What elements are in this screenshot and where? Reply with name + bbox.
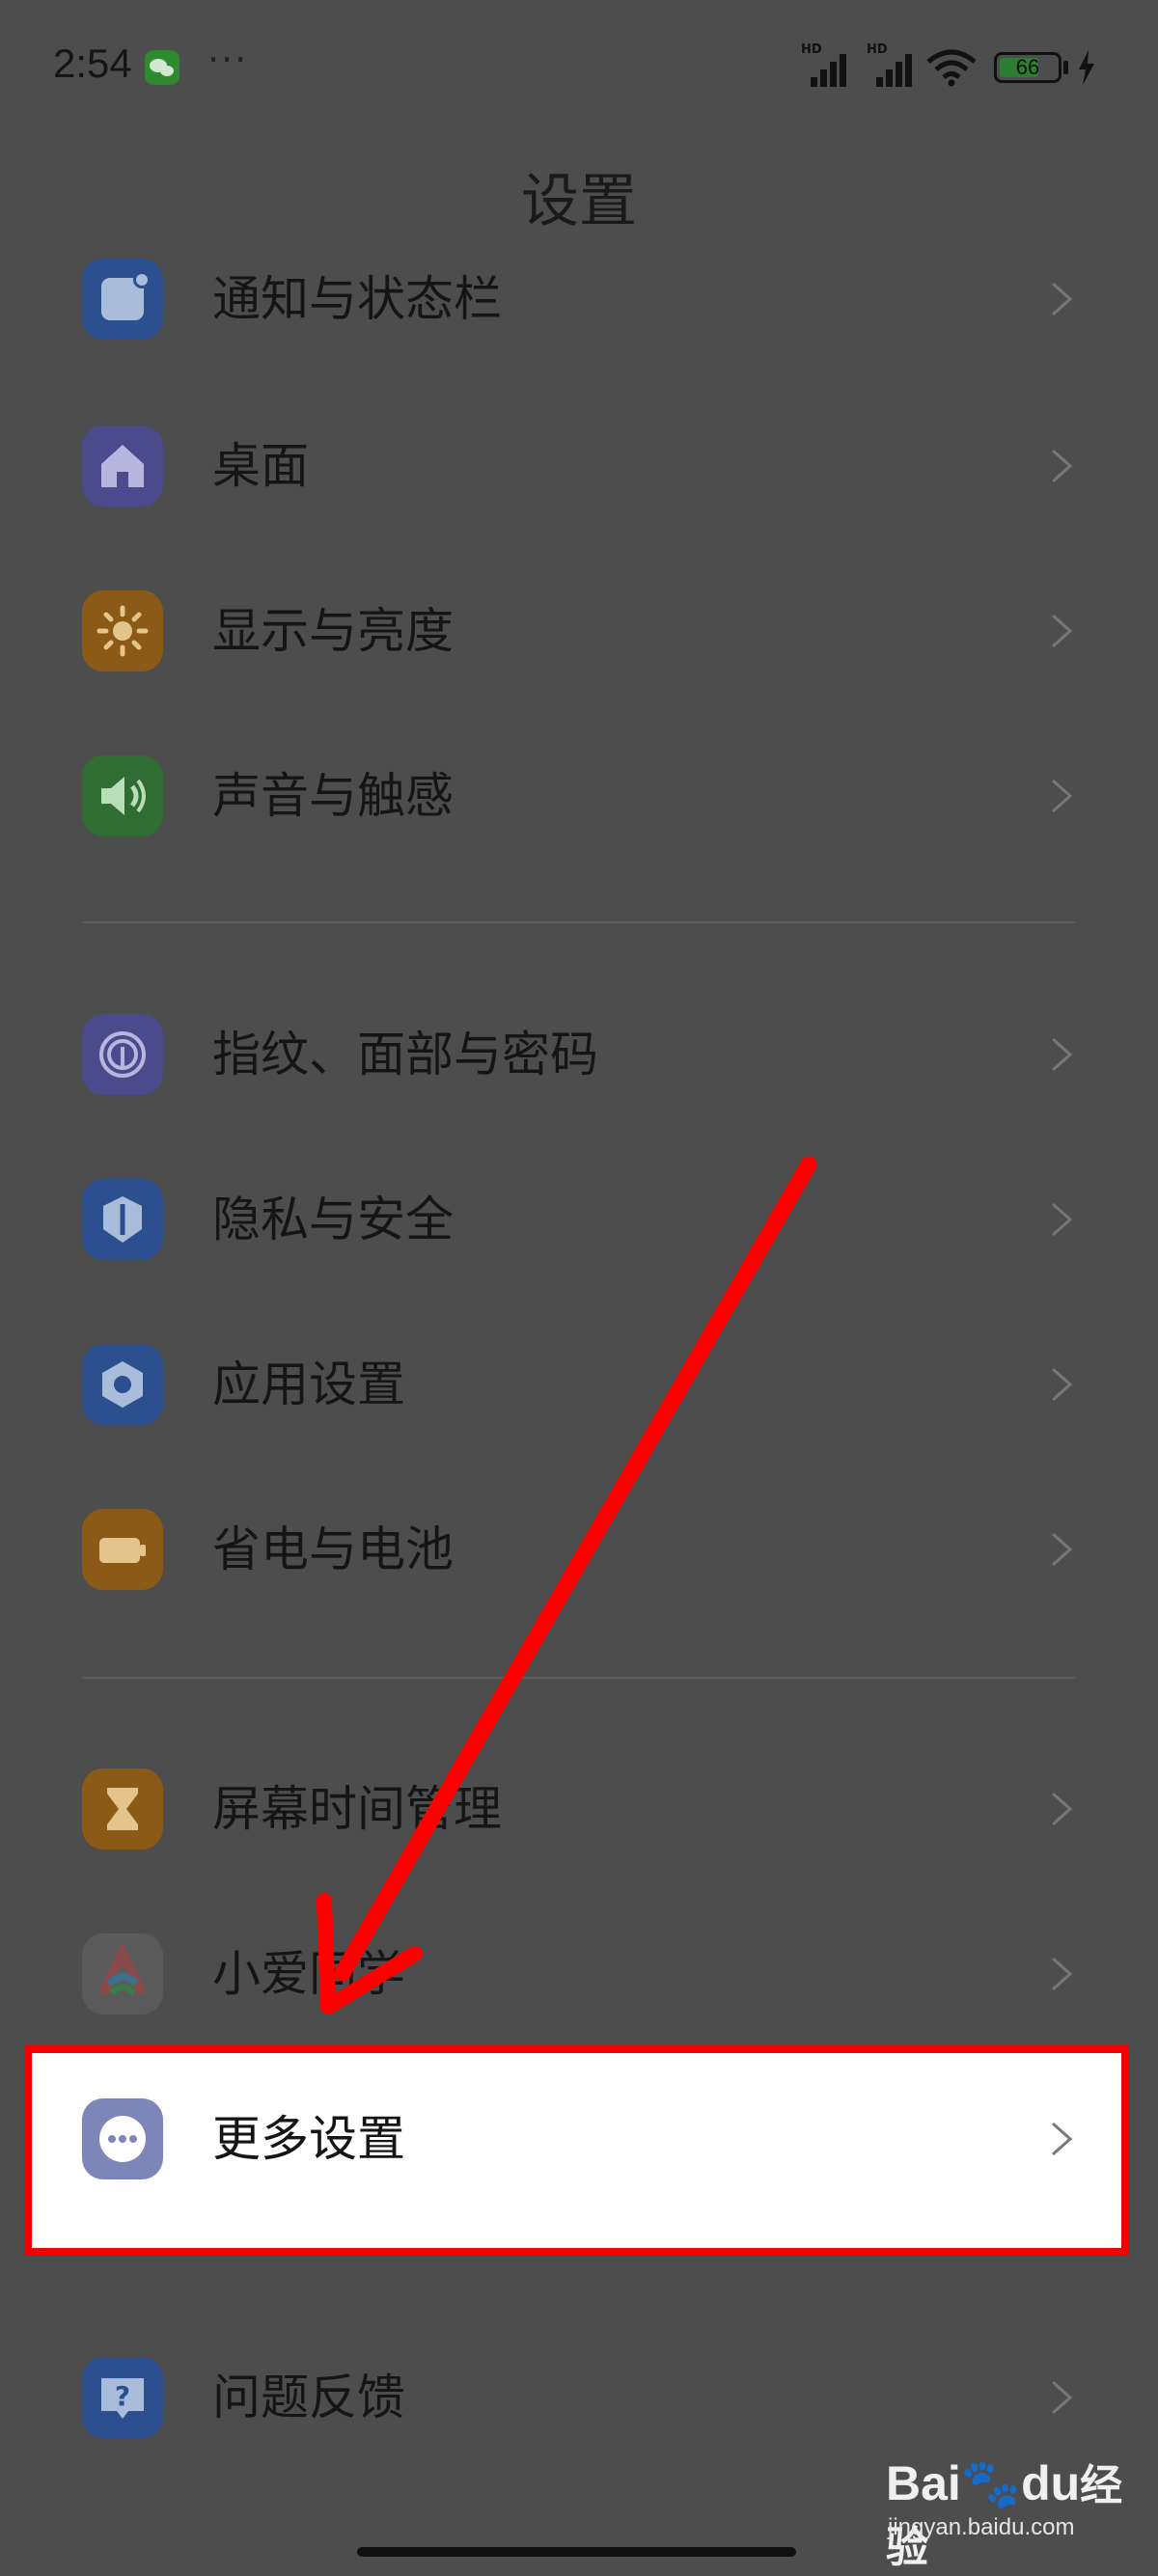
settings-item-label: 屏幕时间管理 [212,1781,502,1837]
charging-icon [1079,50,1094,85]
fingerprint-icon [82,1014,163,1095]
chevron-right-icon [1052,1792,1073,1826]
home-indicator[interactable] [357,2547,796,2557]
settings-item-screen-time[interactable]: 屏幕时间管理 [0,1727,1158,1891]
settings-item-label: 桌面 [212,438,309,494]
settings-item-label: 应用设置 [212,1357,405,1412]
feedback-icon: ? [82,2357,163,2438]
home-icon [82,425,163,507]
settings-item-label: 问题反馈 [212,2370,405,2425]
section-divider [82,921,1076,923]
xiaoai-icon [82,1933,163,2014]
settings-item-power-battery[interactable]: 省电与电池 [0,1467,1158,1631]
settings-item-label: 指纹、面部与密码 [212,1027,598,1082]
cellular-signal-icon: HD [801,42,855,87]
sun-icon [82,590,163,671]
status-time: 2:54 [53,41,132,86]
settings-item-label: 声音与触感 [212,768,454,824]
chevron-right-icon [1052,1367,1073,1402]
settings-item-more-settings[interactable]: 更多设置 [0,2057,1158,2221]
watermark-brand: Bai🐾du经验 [886,2456,1123,2572]
settings-item-desktop[interactable]: 桌面 [0,384,1158,548]
settings-item-app-settings[interactable]: 应用设置 [0,1302,1158,1466]
settings-item-xiaoai[interactable]: 小爱同学 [0,1892,1158,2056]
hd-label-2: HD [867,42,888,57]
chevron-right-icon [1052,1037,1073,1072]
hexagon-icon [82,1344,163,1425]
baidu-jingyan-watermark: Bai🐾du经验 jingyan.baidu.com [886,2451,1127,2572]
more-dots-icon [82,2098,163,2179]
battery-tip [1063,61,1068,74]
wechat-notification-icon [145,50,179,85]
more-notifications-icon: ··· [207,39,249,81]
chevron-right-icon [1052,1957,1073,1991]
chevron-right-icon [1052,2122,1073,2156]
chevron-right-icon [1052,779,1073,813]
settings-item-fingerprint-face-password[interactable]: 指纹、面部与密码 [0,973,1158,1137]
notification-icon [82,259,163,340]
hourglass-icon [82,1768,163,1850]
settings-item-notifications[interactable]: 通知与状态栏 [0,217,1158,381]
settings-item-label: 省电与电池 [212,1521,454,1577]
chevron-right-icon [1052,2380,1073,2415]
section-divider [82,1677,1076,1679]
cellular-signal-icon-2: HD [867,42,921,87]
settings-item-sound-haptics[interactable]: 声音与触感 [0,714,1158,878]
chevron-right-icon [1052,449,1073,483]
settings-item-privacy-security[interactable]: 隐私与安全 [0,1137,1158,1302]
status-bar: 2:54 ··· HD HD 66 [0,0,1158,135]
chevron-right-icon [1052,282,1073,316]
svg-text:?: ? [115,2380,130,2412]
privacy-shield-icon [82,1179,163,1260]
settings-item-display-brightness[interactable]: 显示与亮度 [0,549,1158,713]
wifi-icon [926,49,977,87]
hd-label: HD [801,42,822,57]
chevron-right-icon [1052,614,1073,648]
speaker-icon [82,755,163,836]
settings-item-label: 隐私与安全 [212,1192,454,1247]
watermark-url: jingyan.baidu.com [888,2514,1075,2540]
settings-item-label: 通知与状态栏 [212,271,502,327]
settings-item-label: 更多设置 [212,2111,405,2167]
settings-item-label: 小爱同学 [212,1946,405,2002]
settings-item-label: 显示与亮度 [212,603,454,659]
battery-icon: 66 [994,52,1062,83]
chevron-right-icon [1052,1532,1073,1567]
battery-level: 66 [1015,55,1040,79]
battery-icon [82,1509,163,1590]
chevron-right-icon [1052,1202,1073,1237]
